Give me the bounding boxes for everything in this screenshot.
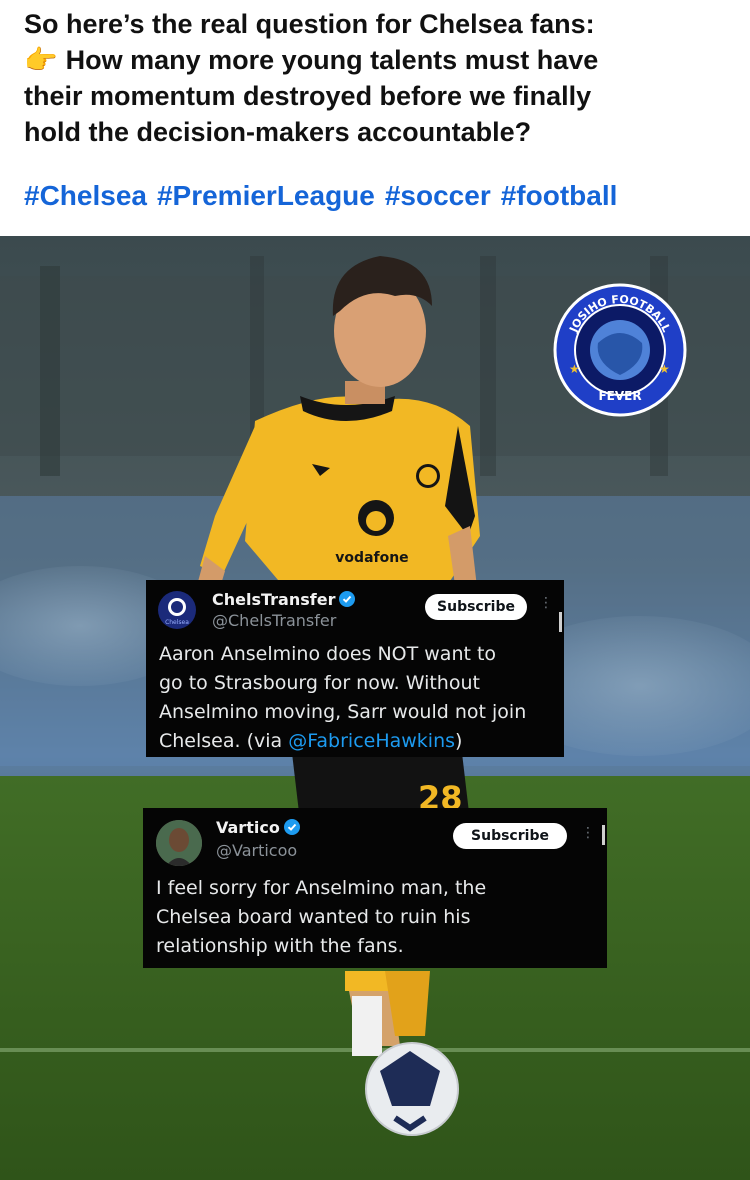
caption-line-4: hold the decision-makers accountable? [24,117,532,147]
josiho-football-fever-logo: JOSIHO FOOTBALL FEVER ★ ★ [553,283,687,417]
handle-chelstransfer[interactable]: @ChelsTransfer [212,611,336,630]
caption-text: So here’s the real question for Chelsea … [24,6,724,150]
tweet-card-chelstransfer[interactable]: Chelsea ChelsTransfer @ChelsTransfer Sub… [146,580,564,757]
hashtag-football[interactable]: #football [501,180,618,212]
post-caption: So here’s the real question for Chelsea … [24,6,724,212]
tweet-body-vartico: I feel sorry for Anselmino man, the Chel… [156,874,596,961]
verified-icon [283,819,300,835]
avatar-vartico[interactable] [156,820,202,866]
subscribe-button[interactable]: Subscribe [425,594,527,620]
tweet-line: I feel sorry for Anselmino man, the [156,877,487,899]
tweet-line: Chelsea board wanted to ruin his [156,906,471,928]
caption-line-2: 👉 How many more young talents must have [24,42,724,78]
mention-link[interactable]: @FabriceHawkins [288,730,455,752]
logo-star-icon-left: ★ [569,362,580,376]
logo-bottom-text: FEVER [598,389,641,403]
caption-line-3: their momentum destroyed before we final… [24,81,592,111]
logo-star-icon-right: ★ [659,362,670,376]
display-name-vartico[interactable]: Vartico [216,818,300,837]
caption-line-1: So here’s the real question for Chelsea … [24,9,595,39]
caption-line-2-text: How many more young talents must have [65,45,599,75]
tweet-line: relationship with the fans. [156,935,404,957]
verified-icon [339,591,356,607]
chelsea-crest-icon: Chelsea [165,598,189,626]
more-options-icon[interactable]: ⋮ [581,826,595,840]
more-options-icon[interactable]: ⋮ [539,596,553,610]
profile-photo-icon [156,820,202,866]
display-name-chelstransfer[interactable]: ChelsTransfer [212,590,356,609]
shirt-sponsor: vodafone [335,550,408,566]
hashtag-soccer[interactable]: #soccer [385,180,491,212]
hashtag-chelsea[interactable]: #Chelsea [24,180,147,212]
hashtag-list: #Chelsea #PremierLeague #soccer #footbal… [24,180,724,212]
tweet-line-suffix: ) [455,730,463,752]
hashtag-premierleague[interactable]: #PremierLeague [157,180,375,212]
tweet-line: Aaron Anselmino does NOT want to [159,643,497,665]
display-name-text: ChelsTransfer [212,590,336,609]
tweet-line: Anselmino moving, Sarr would not join [159,701,527,723]
tweet-card-vartico[interactable]: Vartico @Varticoo Subscribe ⋮ I feel sor… [143,808,607,968]
scrollbar-thumb[interactable] [559,612,562,632]
tweet-body-chelstransfer: Aaron Anselmino does NOT want to go to S… [159,640,559,756]
scrollbar-thumb[interactable] [602,825,605,845]
svg-text:Chelsea: Chelsea [165,619,189,626]
pointing-hand-icon: 👉 [24,45,58,75]
handle-vartico[interactable]: @Varticoo [216,841,297,860]
tweet-line-prefix: Chelsea. (via [159,730,289,752]
avatar-chelstransfer[interactable]: Chelsea [158,591,196,629]
display-name-text: Vartico [216,818,280,837]
tweet-line: go to Strasbourg for now. Without [159,672,480,694]
subscribe-button[interactable]: Subscribe [453,823,567,849]
tweet-line: Chelsea. (via @FabriceHawkins) [159,727,559,756]
